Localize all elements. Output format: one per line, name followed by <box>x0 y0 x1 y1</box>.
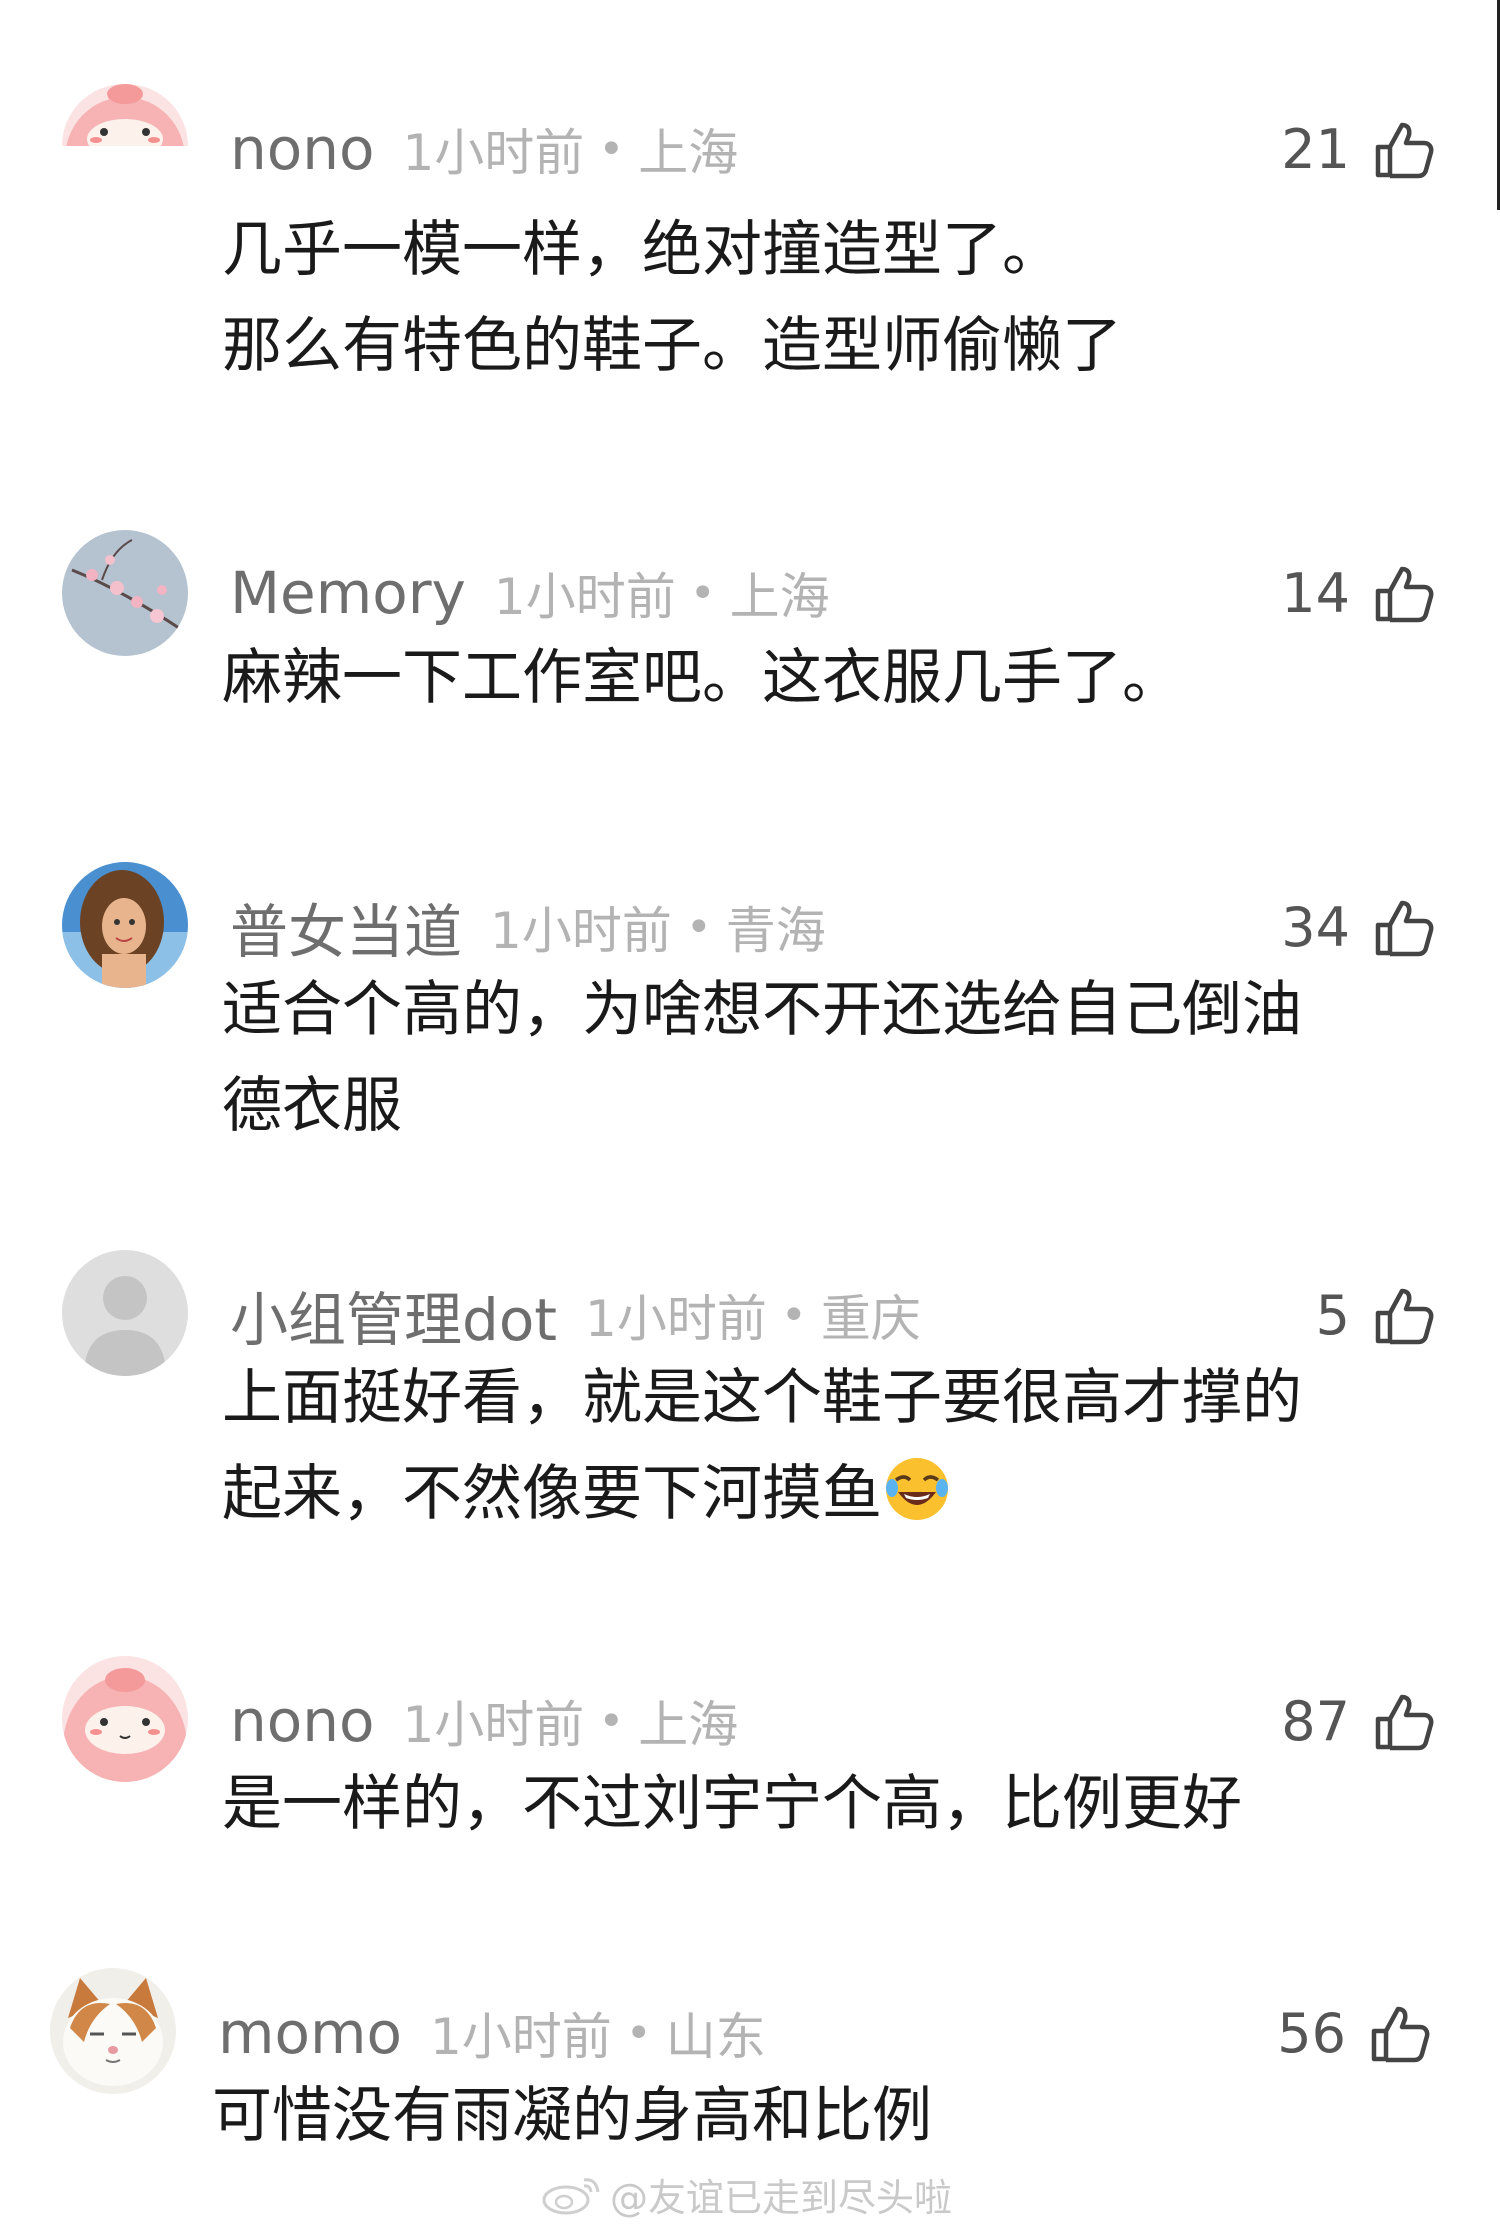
username[interactable]: momo <box>218 1999 402 2067</box>
comment-line: 麻辣一下工作室吧。这衣服几手了。 <box>222 643 1182 713</box>
location: 上海 <box>638 1696 739 1754</box>
separator-dot: • <box>625 2007 652 2059</box>
comment-text: 麻辣一下工作室吧。这衣服几手了。 <box>222 630 1452 726</box>
avatar[interactable] <box>62 530 188 656</box>
watermark-text: @友谊已走到尽头啦 <box>610 2175 953 2220</box>
weibo-logo-icon <box>540 2172 604 2216</box>
separator-dot: • <box>598 1695 625 1747</box>
username[interactable]: 普女当道 <box>230 885 462 969</box>
thumbs-up-icon[interactable] <box>1370 1283 1434 1347</box>
thumbs-up-icon[interactable] <box>1370 1689 1434 1753</box>
comment-meta: momo 1小时前 • 山东 <box>218 1998 766 2068</box>
comment-meta: 小组管理dot 1小时前 • 重庆 <box>230 1280 921 1354</box>
avatar[interactable] <box>50 1968 176 2094</box>
username[interactable]: nono <box>230 1687 375 1755</box>
like-count: 34 <box>1281 895 1350 959</box>
like-button[interactable]: 14 <box>1281 558 1434 628</box>
thumbs-up-icon[interactable] <box>1370 895 1434 959</box>
pink-blob-avatar-icon <box>62 84 188 146</box>
watermark: @友谊已走到尽头啦 <box>540 2164 952 2224</box>
comment-line: 可惜没有雨凝的身高和比例 <box>212 2081 932 2151</box>
location: 青海 <box>725 902 826 960</box>
timestamp: 1小时前 <box>493 568 676 626</box>
timestamp: 1小时前 <box>585 1290 767 1348</box>
comment-line: 适合个高的，为啥想不开还选给自己倒油 <box>222 975 1302 1045</box>
location: 上海 <box>729 568 830 626</box>
comment-meta: Memory 1小时前 • 上海 <box>230 558 830 628</box>
thumbs-up-icon[interactable] <box>1370 117 1434 181</box>
default-gray-avatar-icon <box>62 1250 188 1376</box>
like-count: 87 <box>1281 1689 1350 1753</box>
username[interactable]: nono <box>230 115 375 183</box>
like-button[interactable]: 87 <box>1281 1686 1434 1756</box>
avatar[interactable] <box>62 1656 188 1782</box>
cat-avatar-icon <box>50 1968 176 2094</box>
location: 山东 <box>665 2008 766 2066</box>
like-button[interactable]: 21 <box>1281 114 1434 184</box>
comment-line: 那么有特色的鞋子。造型师偷懒了 <box>222 311 1122 381</box>
avatar[interactable] <box>62 1250 188 1376</box>
comment-meta: nono 1小时前 • 上海 <box>230 1686 738 1756</box>
like-button[interactable]: 34 <box>1281 892 1434 962</box>
separator-dot: • <box>689 567 716 619</box>
comment-meta: nono 1小时前 • 上海 <box>230 114 738 184</box>
woman-portrait-avatar-icon <box>62 862 188 988</box>
username[interactable]: Memory <box>230 559 466 627</box>
like-button[interactable]: 56 <box>1277 1998 1430 2068</box>
pink-blob-avatar-icon <box>62 1656 188 1782</box>
like-count: 5 <box>1315 1283 1350 1347</box>
timestamp: 1小时前 <box>490 902 672 960</box>
comment-line: 起来，不然像要下河摸鱼 <box>222 1459 882 1529</box>
timestamp: 1小时前 <box>429 2008 612 2066</box>
comment-line-with-emoji: 起来，不然像要下河摸鱼 <box>222 1446 1452 1542</box>
username[interactable]: 小组管理dot <box>230 1273 557 1357</box>
comment-meta: 普女当道 1小时前 • 青海 <box>230 892 826 966</box>
comment-text: 上面挺好看，就是这个鞋子要很高才撑的 起来，不然像要下河摸鱼 <box>222 1350 1452 1542</box>
location: 重庆 <box>820 1290 921 1348</box>
comment-text: 是一样的，不过刘宇宁个高，比例更好 <box>222 1756 1452 1852</box>
cherry-blossom-avatar-icon <box>62 530 188 656</box>
thumbs-up-icon[interactable] <box>1370 561 1434 625</box>
like-count: 56 <box>1277 2001 1346 2065</box>
comment-list-page: nono 1小时前 • 上海 21 几乎一模一样，绝对撞造型了。 那么有特色的鞋… <box>0 0 1500 2232</box>
avatar[interactable] <box>62 84 188 146</box>
separator-dot: • <box>685 901 712 953</box>
separator-dot: • <box>780 1289 807 1341</box>
comment-line: 几乎一模一样，绝对撞造型了。 <box>222 215 1062 285</box>
timestamp: 1小时前 <box>402 1696 585 1754</box>
comment-line: 上面挺好看，就是这个鞋子要很高才撑的 <box>222 1363 1302 1433</box>
avatar[interactable] <box>62 862 188 988</box>
thumbs-up-icon[interactable] <box>1366 2001 1430 2065</box>
like-count: 14 <box>1281 561 1350 625</box>
comment-text: 适合个高的，为啥想不开还选给自己倒油 德衣服 <box>222 962 1452 1154</box>
comment-text: 几乎一模一样，绝对撞造型了。 那么有特色的鞋子。造型师偷懒了 <box>222 202 1452 394</box>
location: 上海 <box>638 124 739 182</box>
like-count: 21 <box>1281 117 1350 181</box>
comment-line: 是一样的，不过刘宇宁个高，比例更好 <box>222 1769 1242 1839</box>
separator-dot: • <box>598 123 625 175</box>
comment-text: 可惜没有雨凝的身高和比例 <box>212 2068 1442 2164</box>
like-button[interactable]: 5 <box>1316 1280 1434 1350</box>
timestamp: 1小时前 <box>402 124 585 182</box>
comment-line: 德衣服 <box>222 1071 402 1141</box>
laughing-tears-emoji-icon <box>882 1454 952 1524</box>
